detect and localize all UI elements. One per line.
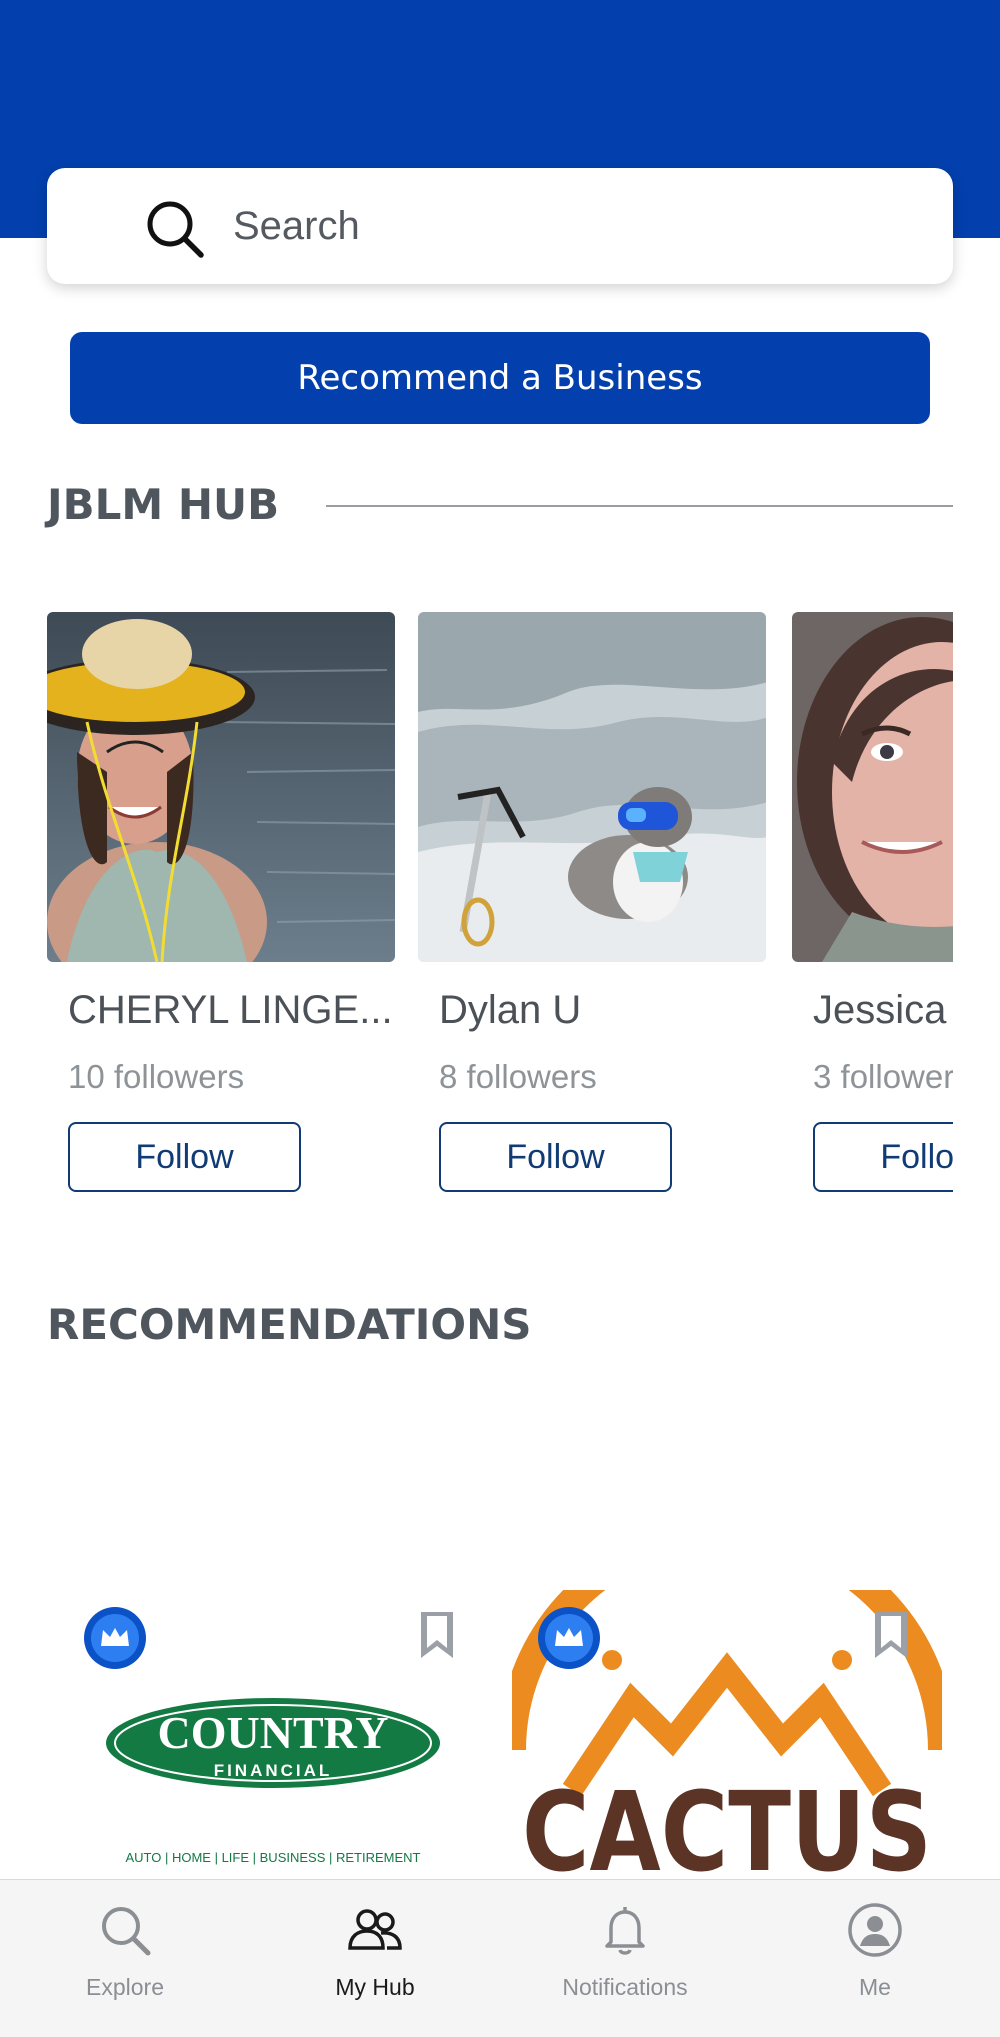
member-followers: 10 followers [68, 1058, 245, 1095]
nav-me[interactable]: Me [750, 1880, 1000, 2037]
crown-badge-icon [84, 1607, 146, 1669]
user-circle-icon [848, 1903, 902, 1957]
bell-icon [605, 1907, 645, 1955]
nav-my-hub[interactable]: My Hub [250, 1880, 500, 2037]
member-name[interactable]: CHERYL LINGE... [68, 988, 398, 1033]
follow-button[interactable]: Follow [68, 1122, 301, 1192]
member-card[interactable]: Dylan U 8 followers Follow [418, 612, 766, 1192]
bottom-nav: Explore My Hub Notifications Me [0, 1879, 1000, 2037]
bookmark-icon[interactable] [869, 1610, 913, 1660]
section-divider [326, 505, 953, 507]
follow-button[interactable]: Follow [439, 1122, 672, 1192]
member-photo[interactable] [792, 612, 953, 962]
crown-badge-icon [538, 1607, 600, 1669]
search-input[interactable] [233, 196, 913, 256]
member-card[interactable]: CHERYL LINGE... 10 followers Follow [47, 612, 395, 1192]
nav-label: Explore [86, 1974, 164, 2000]
svg-text:CACTUS: CACTUS [522, 1768, 932, 1880]
recommendation-card[interactable]: COUNTRY FINANCIAL AUTO | HOME | LIFE | B… [65, 1590, 495, 1880]
nav-label: Me [859, 1974, 891, 2000]
member-name[interactable]: Jessica [813, 988, 953, 1033]
search-bar[interactable] [47, 168, 953, 284]
nav-label: My Hub [335, 1974, 415, 2000]
member-followers: 8 followers [439, 1058, 597, 1095]
search-icon [147, 201, 204, 258]
svg-text:AUTO | HOME | LIFE | BUSINESS: AUTO | HOME | LIFE | BUSINESS | RETIREME… [126, 1850, 421, 1865]
search-icon [102, 1907, 151, 1956]
member-photo[interactable] [47, 612, 395, 962]
recommendations-title: RECOMMENDATIONS [47, 1300, 532, 1349]
nav-label: Notifications [562, 1974, 688, 2000]
follow-button[interactable]: Follow [813, 1122, 953, 1192]
member-card[interactable]: Jessica 3 followers Follow [792, 612, 953, 1192]
recommend-business-button[interactable]: Recommend a Business [70, 332, 930, 424]
hub-title: JBLM HUB [47, 480, 280, 529]
hub-members-carousel[interactable]: CHERYL LINGE... 10 followers Follow Dyla… [47, 612, 953, 1202]
nav-explore[interactable]: Explore [0, 1880, 250, 2037]
people-icon [348, 1909, 402, 1950]
svg-text:COUNTRY: COUNTRY [158, 1707, 389, 1758]
nav-notifications[interactable]: Notifications [500, 1880, 750, 2037]
bookmark-icon[interactable] [415, 1610, 459, 1660]
member-followers: 3 followers [813, 1058, 953, 1095]
svg-text:FINANCIAL: FINANCIAL [214, 1761, 333, 1780]
member-photo[interactable] [418, 612, 766, 962]
member-name[interactable]: Dylan U [439, 988, 769, 1033]
recommendation-card[interactable]: CACTUS [512, 1590, 942, 1880]
